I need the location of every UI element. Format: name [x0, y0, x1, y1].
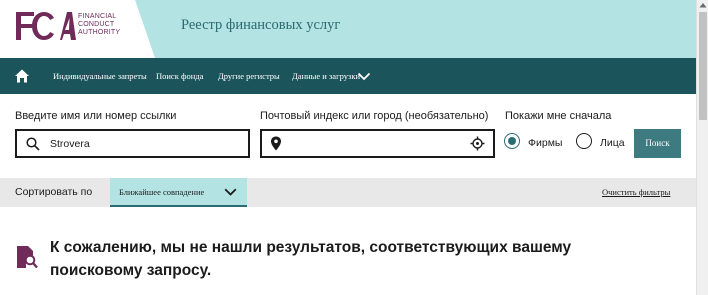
search-button[interactable]: Поиск [634, 129, 681, 158]
no-results-document-icon [17, 246, 38, 269]
fca-logo-text: FINANCIAL CONDUCT AUTHORITY [78, 13, 120, 37]
sort-label: Сортировать по [15, 186, 93, 198]
page: FINANCIAL CONDUCT AUTHORITY Реестр финан… [0, 0, 708, 295]
logo-line-1: FINANCIAL [78, 13, 117, 20]
radio-firms[interactable] [504, 133, 520, 149]
map-pin-icon [271, 136, 281, 151]
nav-item-individual-bans[interactable]: Индивидуальные запреты [53, 71, 147, 81]
radio-individuals-label[interactable]: Лица [600, 137, 625, 149]
fca-logo[interactable] [14, 10, 76, 42]
location-input[interactable] [260, 129, 495, 158]
locate-me-icon[interactable] [470, 136, 485, 151]
logo-line-3: AUTHORITY [78, 29, 121, 36]
chevron-down-icon[interactable] [357, 72, 371, 81]
scroll-up-arrow-icon[interactable] [699, 2, 707, 8]
name-field-label: Введите имя или номер ссылки [15, 110, 177, 122]
chevron-down-icon[interactable] [224, 188, 237, 196]
search-icon [26, 137, 40, 151]
nav-item-other-registers[interactable]: Другие регистры [218, 71, 280, 81]
radio-firms-label[interactable]: Фирмы [528, 137, 562, 149]
sort-selected-value[interactable]: Ближайшее совпадение [119, 187, 204, 197]
nav-item-fund-search[interactable]: Поиск фонда [156, 71, 203, 81]
show-first-label: Покажи мне сначала [505, 110, 612, 122]
name-search-input[interactable]: Strovera [15, 129, 250, 158]
nav-item-data-downloads[interactable]: Данные и загрузки [292, 71, 360, 81]
home-icon[interactable] [14, 68, 30, 84]
name-input-value[interactable]: Strovera [50, 138, 90, 150]
results-area: К сожалению, мы не нашли результатов, со… [0, 207, 696, 295]
radio-individuals[interactable] [576, 133, 592, 149]
clear-filters-link[interactable]: Очистить фильтры [602, 187, 670, 197]
location-field-label: Почтовый индекс или город (необязательно… [260, 110, 489, 122]
logo-line-2: CONDUCT [78, 21, 115, 28]
scrollbar-thumb[interactable] [699, 12, 707, 120]
registry-title[interactable]: Реестр финансовых услуг [181, 17, 340, 34]
sort-dropdown[interactable]: Ближайшее совпадение [110, 178, 247, 207]
main-nav: Индивидуальные запреты Поиск фонда Други… [0, 58, 696, 94]
vertical-scrollbar[interactable] [696, 0, 708, 295]
sort-bar: Сортировать по Ближайшее совпадение Очис… [0, 178, 696, 207]
search-form: Введите имя или номер ссылки Strovera По… [0, 94, 696, 178]
no-results-message: К сожалению, мы не нашли результатов, со… [50, 239, 572, 279]
site-header: FINANCIAL CONDUCT AUTHORITY Реестр финан… [0, 0, 696, 58]
